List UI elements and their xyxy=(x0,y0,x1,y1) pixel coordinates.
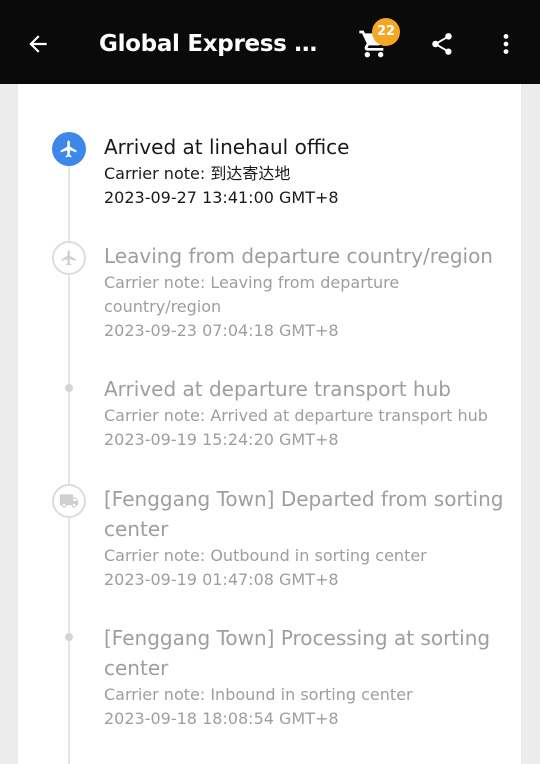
cart-button[interactable]: 22 xyxy=(352,18,400,68)
share-button[interactable] xyxy=(420,22,464,66)
tracking-card: Arrived at linehaul office Carrier note:… xyxy=(18,84,521,764)
more-vert-icon xyxy=(503,34,509,54)
event-carrier-note: Carrier note: Inbound in sorting center xyxy=(104,685,413,704)
event-title: [Fenggang Town] Processing at sorting ce… xyxy=(104,626,491,680)
airplane-icon xyxy=(61,250,76,266)
back-button[interactable] xyxy=(16,22,60,66)
page-title: Global Express Tr... xyxy=(99,31,329,57)
event-node xyxy=(52,484,86,518)
airplane-icon xyxy=(60,140,77,158)
more-options-button[interactable] xyxy=(488,22,524,66)
back-arrow-icon xyxy=(29,35,47,53)
event-node xyxy=(52,132,86,166)
event-timestamp: 2023-09-19 15:24:20 GMT+8 xyxy=(104,430,339,449)
event-timestamp: 2023-09-19 01:47:08 GMT+8 xyxy=(104,570,339,589)
share-icon xyxy=(432,33,452,55)
event-timestamp: 2023-09-27 13:41:00 GMT+8 xyxy=(104,188,339,207)
event-carrier-note: Carrier note: Outbound in sorting center xyxy=(104,546,427,565)
event-timestamp: 2023-09-23 07:04:18 GMT+8 xyxy=(104,321,339,340)
event-timestamp: 2023-09-18 18:08:54 GMT+8 xyxy=(104,709,339,728)
event-title: Arrived at departure transport hub xyxy=(104,377,451,401)
event-title: Arrived at linehaul office xyxy=(104,135,350,159)
app-bar: Global Express Tr... 22 xyxy=(0,0,540,84)
event-carrier-note: Carrier note: Leaving from departure cou… xyxy=(104,273,400,316)
event-carrier-note: Carrier note: 到达寄达地 xyxy=(104,164,291,183)
event-node-dot xyxy=(65,633,73,641)
event-title: [Fenggang Town] Departed from sorting ce… xyxy=(104,487,504,541)
truck-icon xyxy=(59,494,79,508)
event-node-dot xyxy=(65,384,73,392)
event-carrier-note: Carrier note: Arrived at departure trans… xyxy=(104,406,488,425)
event-title: Leaving from departure country/region xyxy=(104,244,493,268)
event-node xyxy=(52,241,86,275)
cart-count-badge: 22 xyxy=(372,18,400,46)
